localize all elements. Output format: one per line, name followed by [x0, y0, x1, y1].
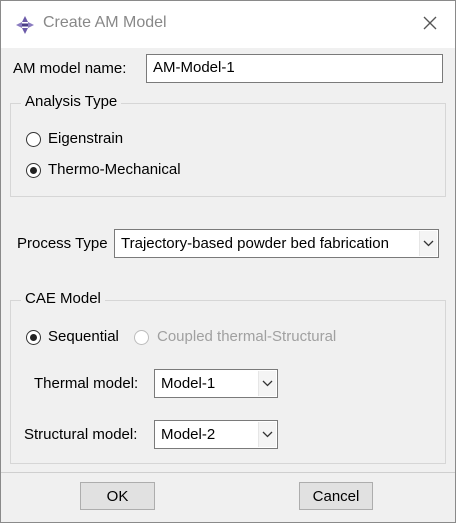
- close-icon: [422, 15, 438, 35]
- abaqus-logo-icon: [15, 15, 35, 35]
- thermal-model-select[interactable]: Model-1: [154, 369, 278, 398]
- chevron-down-icon[interactable]: [419, 231, 437, 256]
- thermo-mechanical-radio[interactable]: [26, 163, 41, 178]
- am-model-name-label: AM model name:: [13, 60, 127, 77]
- thermal-model-value: Model-1: [161, 375, 216, 392]
- eigenstrain-label[interactable]: Eigenstrain: [48, 130, 123, 147]
- structural-model-value: Model-2: [161, 426, 216, 443]
- chevron-down-icon[interactable]: [258, 422, 276, 447]
- coupled-thermal-structural-radio[interactable]: [134, 330, 149, 345]
- close-button[interactable]: [413, 9, 447, 41]
- process-type-value: Trajectory-based powder bed fabrication: [121, 235, 389, 252]
- cae-model-legend: CAE Model: [21, 290, 105, 307]
- sequential-label[interactable]: Sequential: [48, 328, 119, 345]
- thermo-mechanical-label[interactable]: Thermo-Mechanical: [48, 161, 181, 178]
- chevron-down-icon[interactable]: [258, 371, 276, 396]
- eigenstrain-radio[interactable]: [26, 132, 41, 147]
- thermal-model-label: Thermal model:: [34, 375, 139, 392]
- ok-button[interactable]: OK: [80, 482, 155, 510]
- sequential-radio[interactable]: [26, 330, 41, 345]
- cancel-button[interactable]: Cancel: [299, 482, 373, 510]
- analysis-type-legend: Analysis Type: [21, 93, 122, 110]
- structural-model-select[interactable]: Model-2: [154, 420, 278, 449]
- am-model-name-input[interactable]: AM-Model-1: [146, 54, 443, 83]
- analysis-type-group: Analysis Type: [10, 93, 446, 197]
- structural-model-label: Structural model:: [24, 426, 138, 443]
- window-title: Create AM Model: [43, 14, 167, 31]
- process-type-select[interactable]: Trajectory-based powder bed fabrication: [114, 229, 439, 258]
- title-bar: Create AM Model: [1, 1, 455, 48]
- process-type-label: Process Type: [17, 235, 108, 252]
- button-bar-divider: [1, 472, 455, 473]
- coupled-thermal-structural-label: Coupled thermal-Structural: [157, 328, 337, 345]
- create-am-model-dialog: Create AM Model AM model name: AM-Model-…: [0, 0, 456, 523]
